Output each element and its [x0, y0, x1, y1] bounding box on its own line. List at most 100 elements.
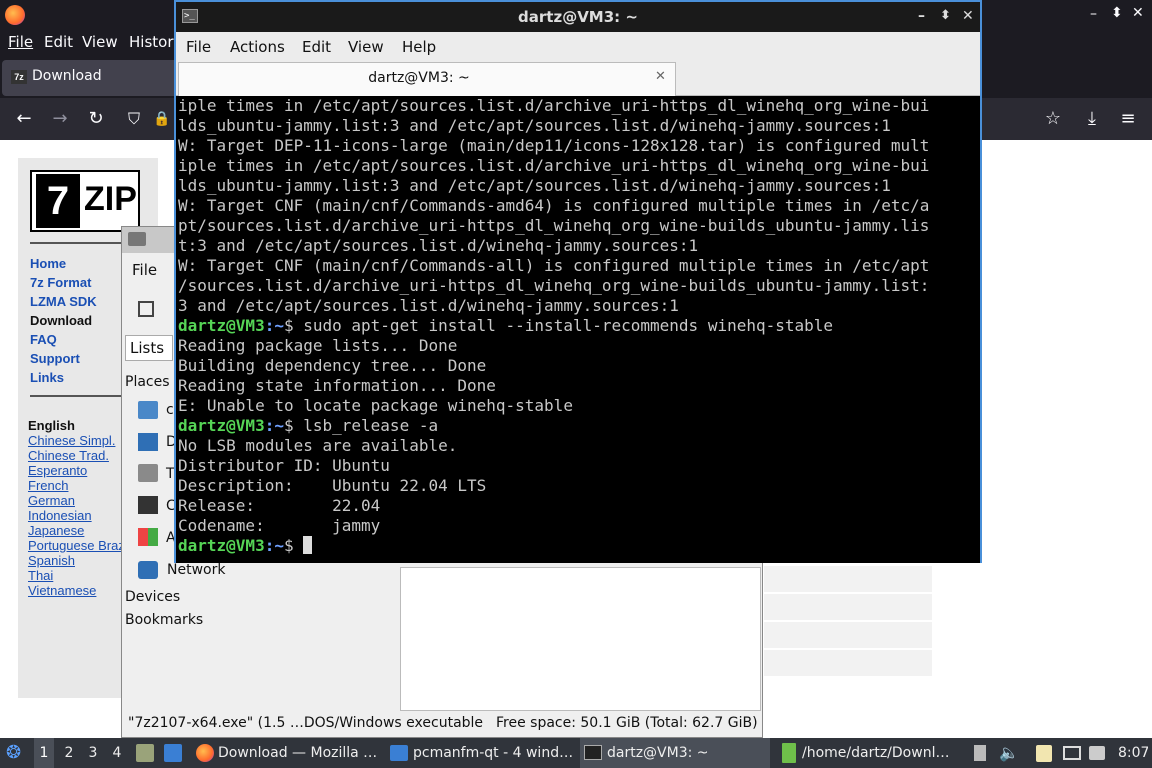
places-heading: Places	[125, 374, 170, 390]
task-home-folder[interactable]: /home/dartz/Downl…	[778, 738, 958, 768]
menu-view[interactable]: View	[348, 38, 384, 56]
lang-link[interactable]: Chinese Trad.	[28, 448, 109, 463]
minimize-icon[interactable]: –	[1090, 6, 1097, 22]
task-terminal[interactable]: dartz@VM3: ~	[580, 738, 770, 768]
clock[interactable]: 8:07	[1118, 738, 1148, 768]
lang-link[interactable]: Thai	[28, 568, 53, 583]
lang-link[interactable]: Portuguese Braz	[28, 538, 125, 553]
nav-home[interactable]: Home	[30, 256, 66, 271]
terminal-output[interactable]: iple times in /etc/apt/sources.list.d/ar…	[176, 96, 980, 563]
close-icon[interactable]: ✕	[962, 8, 974, 24]
terminal-line: Description: Ubuntu 22.04 LTS	[178, 476, 487, 495]
task-firefox[interactable]: Download — Mozilla …	[194, 738, 380, 768]
workspace-3[interactable]: 3	[84, 738, 102, 768]
nav-faq[interactable]: FAQ	[30, 332, 57, 347]
close-icon[interactable]: ✕	[1132, 5, 1144, 21]
divider	[30, 395, 130, 397]
lang-link[interactable]: Indonesian	[28, 508, 92, 523]
taskbar: ❂ 1 2 3 4 Download — Mozilla … pcmanfm-q…	[0, 738, 1152, 768]
trash-icon	[138, 464, 158, 482]
menu-actions[interactable]: Actions	[230, 38, 285, 56]
download-icon[interactable]: ⤓	[1080, 107, 1104, 131]
terminal-line: iple times in /etc/apt/sources.list.d/ar…	[178, 156, 930, 175]
volume-icon[interactable]: 🔈	[999, 738, 1019, 768]
menu-file[interactable]: File	[186, 38, 211, 56]
workspace-2[interactable]: 2	[60, 738, 78, 768]
lang-link[interactable]: Spanish	[28, 553, 75, 568]
devices-heading[interactable]: Devices	[125, 589, 180, 605]
hamburger-menu-icon[interactable]: ≡	[1116, 107, 1140, 131]
terminal-line: dartz@VM3:~$ sudo apt-get install --inst…	[178, 316, 833, 336]
nav-support[interactable]: Support	[30, 351, 80, 366]
workspace-4[interactable]: 4	[108, 738, 126, 768]
clipboard-icon[interactable]	[974, 745, 986, 761]
nav-7z-format[interactable]: 7z Format	[30, 275, 91, 290]
lang-link[interactable]: Esperanto	[28, 463, 87, 478]
tab-title: dartz@VM3: ~	[368, 70, 470, 86]
terminal-titlebar[interactable]: >_ dartz@VM3: ~ – ⬍ ✕	[176, 2, 980, 32]
workspace-1[interactable]: 1	[34, 738, 54, 768]
bookmarks-heading[interactable]: Bookmarks	[125, 612, 203, 628]
menu-file[interactable]: File	[8, 33, 33, 51]
task-label: Download — Mozilla …	[218, 745, 378, 761]
menu-file[interactable]: File	[132, 261, 157, 279]
star-icon[interactable]: ☆	[1041, 107, 1065, 131]
forward-icon[interactable]: →	[48, 107, 72, 131]
start-menu-icon[interactable]: ❂	[6, 738, 28, 768]
lang-link[interactable]: Vietnamese	[28, 583, 96, 598]
notes-icon[interactable]	[1036, 745, 1052, 762]
maximize-icon[interactable]: ⬍	[940, 8, 951, 23]
lang-link[interactable]: Chinese Simpl.	[28, 433, 115, 448]
lists-dropdown[interactable]: Lists	[125, 335, 173, 361]
new-tab-icon[interactable]	[138, 301, 154, 317]
network-status-icon[interactable]	[1063, 746, 1081, 760]
terminal-line: Building dependency tree... Done	[178, 356, 487, 375]
place-item[interactable]: c	[166, 402, 174, 418]
place-network[interactable]: Network	[167, 562, 225, 578]
update-notifier-icon[interactable]	[1089, 746, 1105, 760]
lang-link[interactable]: German	[28, 493, 75, 508]
menu-help[interactable]: Help	[402, 38, 436, 56]
nav-lzma-sdk[interactable]: LZMA SDK	[30, 294, 97, 309]
firefox-tab-download[interactable]: 7z Download	[2, 60, 182, 96]
nav-links[interactable]: Links	[30, 370, 64, 385]
prompt-user: dartz@VM3	[178, 316, 265, 335]
terminal-line: E: Unable to locate package winehq-stabl…	[178, 396, 573, 415]
network-icon	[138, 561, 158, 579]
tab-title: Download	[32, 68, 102, 84]
terminal-line: Reading state information... Done	[178, 376, 496, 395]
command-text: $ sudo apt-get install --install-recomme…	[283, 316, 834, 335]
back-icon[interactable]: ←	[12, 107, 36, 131]
lang-link[interactable]: French	[28, 478, 68, 493]
prompt-path: :~	[264, 316, 284, 335]
status-bar: "7z2107-x64.exe" (1.5 …DOS/Windows execu…	[122, 711, 762, 737]
terminal-line: dartz@VM3:~$	[178, 536, 313, 556]
archive-icon	[782, 743, 796, 763]
terminal-line: Distributor ID: Ubuntu	[178, 456, 390, 475]
menu-view[interactable]: View	[82, 33, 118, 51]
desktop-launcher-icon[interactable]	[164, 744, 182, 762]
terminal-line: pt/sources.list.d/archive_uri-https_dl_w…	[178, 216, 930, 235]
file-view[interactable]	[400, 567, 761, 711]
status-selected-file: "7z2107-x64.exe" (1.5 …DOS/Windows execu…	[128, 715, 484, 731]
desktop-icon	[138, 433, 158, 451]
lock-icon: 🔒	[153, 111, 171, 127]
list-item	[764, 622, 932, 649]
7zip-logo[interactable]: 7 ZIP	[30, 170, 140, 232]
shield-icon[interactable]: ⛉	[122, 107, 146, 131]
file-manager-launcher-icon[interactable]	[136, 744, 154, 762]
task-pcmanfm[interactable]: pcmanfm-qt - 4 wind…	[388, 738, 576, 768]
command-text: $	[283, 536, 304, 555]
reload-icon[interactable]: ↻	[84, 107, 108, 131]
lang-link[interactable]: Japanese	[28, 523, 84, 538]
lists-label: Lists	[130, 339, 165, 357]
terminal-tab[interactable]: dartz@VM3: ~ ✕	[178, 62, 676, 96]
menu-edit[interactable]: Edit	[302, 38, 331, 56]
minimize-icon[interactable]: –	[918, 8, 925, 24]
7zip-favicon: 7z	[11, 70, 27, 84]
firefox-icon	[5, 5, 25, 25]
maximize-icon[interactable]: ⬍	[1111, 5, 1123, 21]
tab-close-icon[interactable]: ✕	[655, 69, 666, 84]
menu-edit[interactable]: Edit	[44, 33, 73, 51]
folder-icon	[390, 745, 408, 761]
